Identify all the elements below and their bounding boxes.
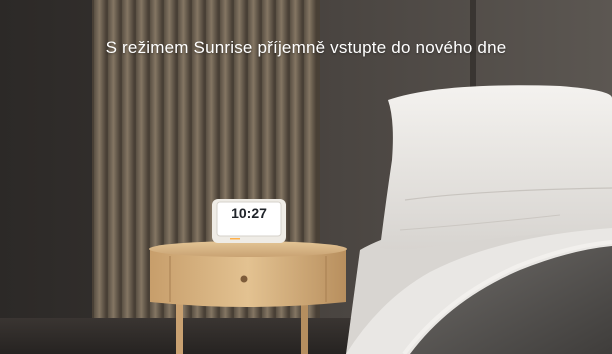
pillow xyxy=(380,85,612,250)
drawer-knob xyxy=(240,275,248,283)
banner-headline: S režimem Sunrise příjemně vstupte do no… xyxy=(105,38,507,57)
product-banner: 10:27 S režimem Sunrise příjemně vstupte… xyxy=(0,0,612,354)
clock-time-display: 10:27 xyxy=(231,205,267,221)
